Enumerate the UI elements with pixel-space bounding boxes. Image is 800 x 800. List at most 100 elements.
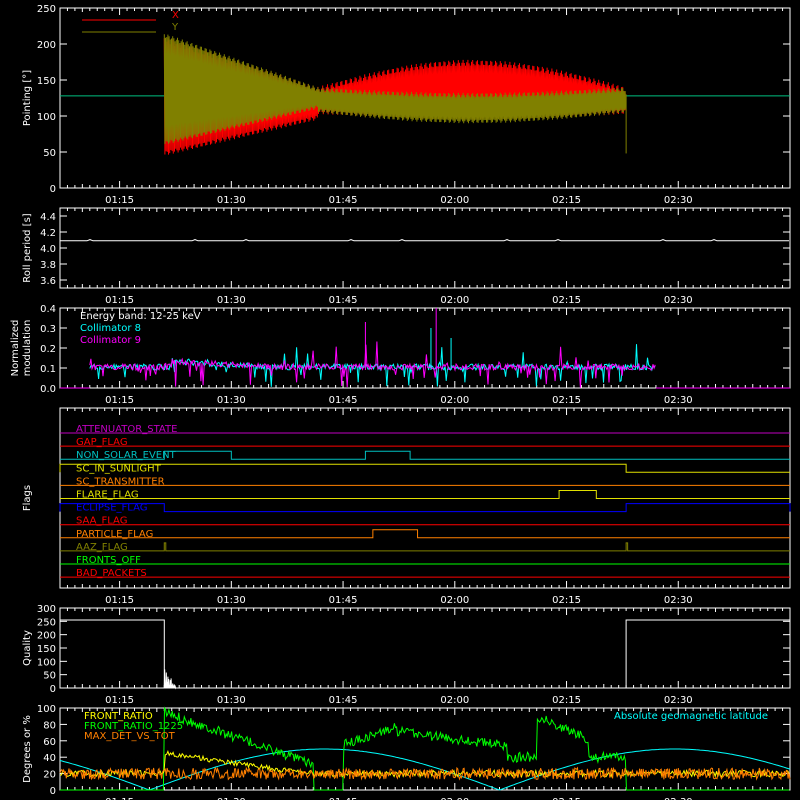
flag-label-sc-in-sunlight: SC_IN_SUNLIGHT <box>76 463 162 474</box>
legend-label-y: Y <box>171 22 179 33</box>
y-tick-label: 40 <box>43 753 56 764</box>
y-axis-label: Degrees or % <box>22 715 33 783</box>
legend-collimator-8: Collimator 8 <box>80 323 141 334</box>
flag-label-eclipse-flag: ECLIPSE_FLAG <box>76 503 147 514</box>
y-tick-label: 60 <box>43 737 56 748</box>
flag-label-particle-flag: PARTICLE_FLAG <box>76 529 153 540</box>
y-tick-label: 250 <box>37 617 56 628</box>
x-tick-label: 02:30 <box>664 695 693 706</box>
collimator-9-line <box>89 341 656 388</box>
panel-modulation: 01:15 01:30 01:45 02:00 02:15 02:30 Normalized… <box>10 304 791 406</box>
legend-collimator-9: Collimator 9 <box>80 335 141 346</box>
y-tick-label: 80 <box>43 720 56 731</box>
flag-label-fronts-off: FRONTS_OFF <box>76 555 141 566</box>
x-tick-label: 02:00 <box>440 595 469 606</box>
panel-flags: 01:15 01:30 01:45 02:00 02:15 02:30 Flags ATTEN… <box>22 407 791 606</box>
y-axis-label: Pointing [°] <box>22 70 33 126</box>
max-det-vs-tot-line <box>59 766 791 781</box>
y-tick-label: 100 <box>37 112 56 123</box>
flag-label-sc-transmitter: SC_TRANSMITTER <box>76 476 165 487</box>
flag-line-eclipse-flag <box>59 503 791 513</box>
y-tick-label: 200 <box>37 631 56 642</box>
flag-label-non-solar-event: NON_SOLAR_EVENT <box>76 450 177 461</box>
y-axis-label: Normalizedmodulation <box>10 320 33 377</box>
y-tick-label: 0.3 <box>40 324 56 335</box>
x-tick-label: 02:15 <box>552 195 581 206</box>
x-tick-label: 01:45 <box>329 595 358 606</box>
flag-line-sc-in-sunlight <box>59 463 790 473</box>
panel-roll: 01:15 01:30 01:45 02:00 02:15 02:30 Roll perio… <box>22 207 791 306</box>
y-tick-label: 3.8 <box>40 260 56 271</box>
y-tick-label: 0.1 <box>40 364 56 375</box>
y-tick-label: 4.0 <box>40 244 56 255</box>
flag-label-bad-packets: BAD_PACKETS <box>76 568 147 579</box>
y-tick-label: 0 <box>50 786 56 797</box>
flag-line-flare-flag <box>60 490 790 499</box>
x-tick-label: 02:30 <box>664 395 693 406</box>
x-tick-label: 01:15 <box>105 195 134 206</box>
x-tick-label: 01:30 <box>217 395 246 406</box>
y-tick-label: 50 <box>43 671 56 682</box>
y-axis-label: Roll period [s] <box>22 213 33 282</box>
x-tick-label: 01:15 <box>105 695 134 706</box>
legend-max-det-vs-tot: MAX_DET_VS_TOT <box>84 731 176 742</box>
x-tick-label: 02:00 <box>440 395 469 406</box>
x-tick-label: 01:45 <box>329 395 358 406</box>
flag-label-flare-flag: FLARE_FLAG <box>76 490 139 501</box>
y-tick-label: 4.4 <box>40 212 56 223</box>
x-tick-label: 02:30 <box>664 295 693 306</box>
y-tick-label: 20 <box>43 770 56 781</box>
flag-label-aaz-flag: AAZ_FLAG <box>76 542 128 553</box>
y-tick-label: 50 <box>43 148 56 159</box>
x-tick-label: 01:30 <box>217 195 246 206</box>
y-tick-label: 0 <box>50 684 56 695</box>
x-tick-label: 01:30 <box>217 695 246 706</box>
y-tick-label: 200 <box>37 40 56 51</box>
plot-frame <box>59 207 791 289</box>
x-tick-label: 02:15 <box>552 695 581 706</box>
x-tick-label: 01:15 <box>105 295 134 306</box>
y-axis-label: Quality <box>22 630 33 666</box>
roll-period-line <box>60 239 789 242</box>
chart-canvas: 01:15 01:30 01:45 02:00 02:15 02:30 Pointing [… <box>10 4 791 800</box>
x-tick-label: 01:45 <box>329 295 358 306</box>
x-tick-label: 02:15 <box>552 395 581 406</box>
flag-line-aaz-flag <box>60 542 790 552</box>
x-tick-label: 02:15 <box>552 295 581 306</box>
y-tick-label: 4.2 <box>40 228 56 239</box>
y-tick-label: 0 <box>50 184 56 195</box>
flag-line-particle-flag <box>60 529 790 539</box>
y-tick-label: 150 <box>37 644 56 655</box>
y-tick-label: 300 <box>37 604 56 615</box>
x-tick-label: 02:15 <box>552 595 581 606</box>
panel-pointing: 01:15 01:30 01:45 02:00 02:15 02:30 Pointing [… <box>22 4 791 206</box>
quality-line <box>625 619 790 688</box>
x-tick-label: 01:15 <box>105 595 134 606</box>
y-axis-label: Flags <box>22 485 33 511</box>
legend-label-x: X <box>172 10 179 21</box>
x-tick-label: 01:30 <box>217 595 246 606</box>
panel-ratios: 01:1501:3001:4502:0002:1502:30Degrees or… <box>22 704 791 800</box>
y-tick-label: 150 <box>37 76 56 87</box>
quality-decay <box>163 669 177 690</box>
x-tick-label: 02:00 <box>440 695 469 706</box>
x-tick-label: 02:30 <box>664 595 693 606</box>
y-tick-label: 0.4 <box>40 304 56 315</box>
legend-geomagnetic-latitude: Absolute geomagnetic latitude <box>614 711 768 722</box>
x-tick-label: 02:00 <box>440 295 469 306</box>
flag-label-attenuator-state: ATTENUATOR_STATE <box>76 424 177 435</box>
x-tick-label: 01:15 <box>105 395 134 406</box>
quality-line <box>60 619 165 688</box>
flag-label-gap-flag: GAP_FLAG <box>76 437 128 448</box>
x-tick-label: 02:30 <box>664 195 693 206</box>
y-tick-label: 250 <box>37 4 56 15</box>
energy-band-annotation: Energy band: 12-25 keV <box>80 311 201 322</box>
y-tick-label: 100 <box>37 657 56 668</box>
panel-quality: 01:15 01:30 01:45 02:00 02:15 02:30 Quality 0 50… <box>22 604 791 706</box>
y-tick-label: 3.6 <box>40 276 56 287</box>
x-tick-label: 02:00 <box>440 195 469 206</box>
y-tick-label: 0.0 <box>40 384 56 395</box>
x-tick-label: 01:45 <box>329 695 358 706</box>
x-tick-label: 01:45 <box>329 195 358 206</box>
x-tick-label: 01:30 <box>217 295 246 306</box>
